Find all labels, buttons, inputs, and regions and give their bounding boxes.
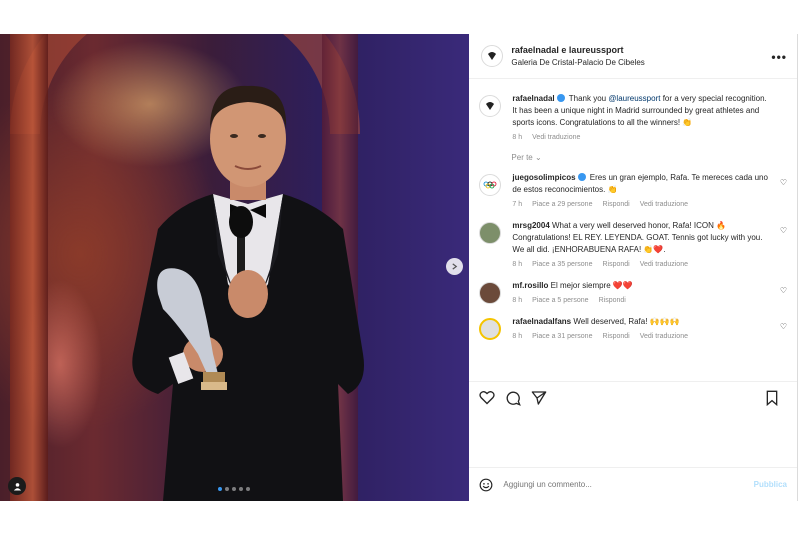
comment-likes[interactable]: Piace a 29 persone [532, 201, 592, 208]
caption-username[interactable]: rafaelnadal [512, 94, 554, 103]
carousel-indicator [218, 487, 250, 491]
comment: mrsg2004 What a very well deserved honor… [479, 220, 787, 268]
verified-badge-icon [577, 173, 586, 181]
next-photo-button[interactable] [446, 258, 463, 275]
instagram-post: rafaelnadal e laureussport Galeria De Cr… [0, 34, 798, 501]
comment-time[interactable]: 8 h [512, 333, 522, 340]
reply-button[interactable]: Rispondi [599, 297, 626, 304]
emoji-icon[interactable] [479, 478, 493, 492]
comment-icon[interactable] [505, 390, 522, 406]
carousel-dot [225, 487, 229, 491]
like-comment-heart-icon[interactable]: ♡ [780, 178, 787, 187]
chevron-right-icon [452, 263, 458, 270]
olympic-rings-icon [484, 181, 497, 189]
avatar[interactable] [479, 222, 502, 244]
translate-link[interactable]: Vedi traduzione [640, 261, 688, 268]
verified-badge-icon [556, 94, 565, 102]
user-tag-icon [13, 482, 21, 491]
avatar[interactable] [481, 45, 504, 67]
publish-button[interactable]: Pubblica [754, 480, 787, 489]
comment-text: Well deserved, Rafa! 🙌🙌🙌 [573, 317, 680, 326]
likes-area [469, 413, 797, 467]
rafa-logo-icon [488, 52, 497, 60]
rafa-logo-icon [486, 102, 495, 110]
avatar[interactable] [479, 282, 502, 304]
reply-button[interactable]: Rispondi [602, 333, 629, 340]
comment-likes[interactable]: Piace a 31 persone [532, 333, 592, 340]
more-options-icon[interactable]: ••• [771, 50, 787, 64]
comment: rafaelnadalfans Well deserved, Rafa! 🙌🙌🙌… [479, 316, 787, 340]
heart-icon[interactable] [479, 390, 496, 405]
comment-time[interactable]: 7 h [512, 201, 522, 208]
comment-username[interactable]: rafaelnadalfans [512, 317, 571, 326]
post-photo[interactable] [0, 34, 470, 501]
translate-link[interactable]: Vedi traduzione [640, 201, 688, 208]
reply-button[interactable]: Rispondi [602, 261, 629, 268]
caption-text-before: Thank you [568, 94, 609, 103]
post-sidebar: rafaelnadal e laureussport Galeria De Cr… [469, 34, 797, 501]
background-column-left [10, 34, 48, 501]
for-you-label[interactable]: Per te ⌄ [511, 153, 787, 162]
caption-translate-link[interactable]: Vedi traduzione [532, 134, 580, 141]
post-authors[interactable]: rafaelnadal e laureussport [511, 45, 644, 55]
rafael-nadal-photo-figure [132, 85, 364, 501]
comment-username[interactable]: mf.rosillo [512, 281, 548, 290]
caption-mention[interactable]: @laureussport [608, 94, 660, 103]
add-comment-input[interactable] [503, 480, 724, 489]
comment-likes[interactable]: Piace a 35 persone [532, 261, 592, 268]
avatar[interactable] [479, 174, 502, 196]
tagged-users-button[interactable] [8, 477, 26, 495]
bookmark-icon[interactable] [765, 390, 779, 406]
comment-username[interactable]: mrsg2004 [512, 221, 549, 230]
like-comment-heart-icon[interactable]: ♡ [780, 322, 787, 331]
post-location[interactable]: Galeria De Cristal-Palacio De Cibeles [511, 58, 644, 67]
carousel-dot [246, 487, 250, 491]
post-actions-bar [469, 381, 797, 413]
comment-time[interactable]: 8 h [512, 297, 522, 304]
avatar[interactable] [479, 318, 502, 340]
avatar[interactable] [479, 95, 502, 117]
comment-time[interactable]: 8 h [512, 261, 522, 268]
share-icon[interactable] [531, 390, 547, 406]
comment-text: El mejor siempre ❤️❤️ [550, 281, 633, 290]
add-comment-bar: Pubblica [469, 467, 797, 501]
comment-text: What a very well deserved honor, Rafa! I… [512, 221, 763, 254]
reply-button[interactable]: Rispondi [602, 201, 629, 208]
translate-link[interactable]: Vedi traduzione [640, 333, 688, 340]
comment: juegosolimpicos Eres un gran ejemplo, Ra… [479, 172, 787, 208]
carousel-dot [239, 487, 243, 491]
comments-section: rafaelnadal Thank you @laureussport for … [469, 79, 797, 381]
post-header: rafaelnadal e laureussport Galeria De Cr… [469, 34, 797, 79]
like-comment-heart-icon[interactable]: ♡ [780, 226, 787, 235]
comment-likes[interactable]: Piace a 5 persone [532, 297, 588, 304]
like-comment-heart-icon[interactable]: ♡ [780, 286, 787, 295]
caption-time[interactable]: 8 h [512, 134, 522, 141]
comment-username[interactable]: juegosolimpicos [512, 173, 575, 182]
caption: rafaelnadal Thank you @laureussport for … [479, 93, 787, 141]
carousel-dot [232, 487, 236, 491]
comment: mf.rosillo El mejor siempre ❤️❤️ 8 h Pia… [479, 280, 787, 304]
carousel-dot-active [218, 487, 222, 491]
